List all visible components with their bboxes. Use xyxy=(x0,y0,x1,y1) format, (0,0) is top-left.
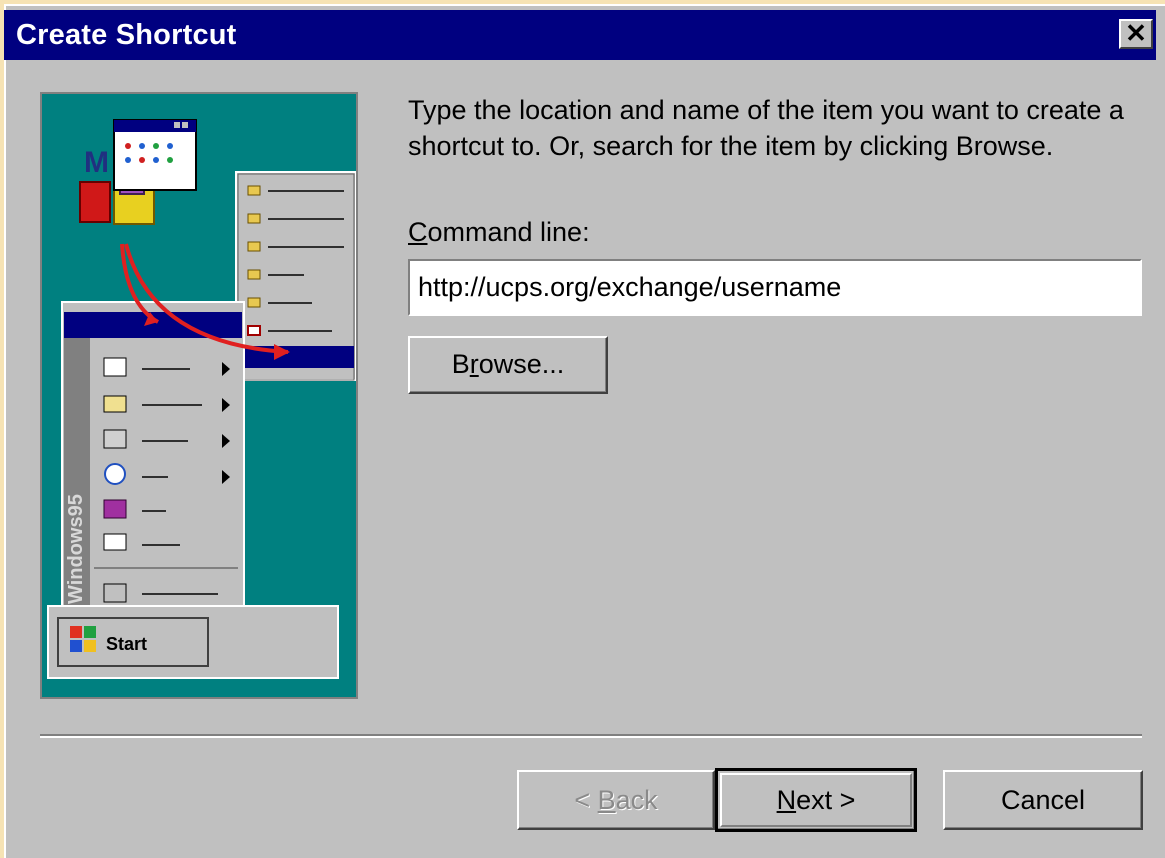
start-menu-illustration: M Windows95 Start xyxy=(47,119,356,679)
command-line-label: Command line: xyxy=(408,217,590,248)
start-menu: Windows95 xyxy=(61,301,245,615)
back-label-mnemonic: B xyxy=(597,785,616,815)
back-button[interactable]: < Back xyxy=(517,770,715,830)
next-button[interactable]: Next > xyxy=(715,768,917,832)
back-label-post: ack xyxy=(615,785,658,815)
wizard-illustration: M Windows95 Start xyxy=(40,92,358,699)
cancel-button[interactable]: Cancel xyxy=(943,770,1143,830)
windows95-brand: Windows95 xyxy=(65,494,87,604)
browse-label-post: owse... xyxy=(478,349,565,379)
close-button[interactable]: ✕ xyxy=(1119,19,1153,49)
taskbar: Start xyxy=(47,605,339,679)
browse-label-pre: B xyxy=(451,349,470,379)
start-button-label: Start xyxy=(106,634,147,654)
back-label-pre: < xyxy=(574,785,598,815)
browse-label-mnemonic: r xyxy=(469,349,479,379)
command-line-input[interactable] xyxy=(408,259,1142,316)
browse-button[interactable]: Browse... xyxy=(408,336,608,394)
close-icon: ✕ xyxy=(1125,18,1147,48)
svg-text:M: M xyxy=(84,146,109,179)
command-line-label-mnemonic: C xyxy=(408,217,428,247)
window-title: Create Shortcut xyxy=(16,19,237,51)
button-separator xyxy=(40,734,1142,738)
program-window-icon xyxy=(113,119,197,191)
command-line-label-rest: ommand line: xyxy=(427,217,590,247)
next-button-bevel xyxy=(720,773,912,827)
title-bar[interactable]: Create Shortcut ✕ xyxy=(4,10,1156,60)
instruction-text: Type the location and name of the item y… xyxy=(408,95,1124,161)
